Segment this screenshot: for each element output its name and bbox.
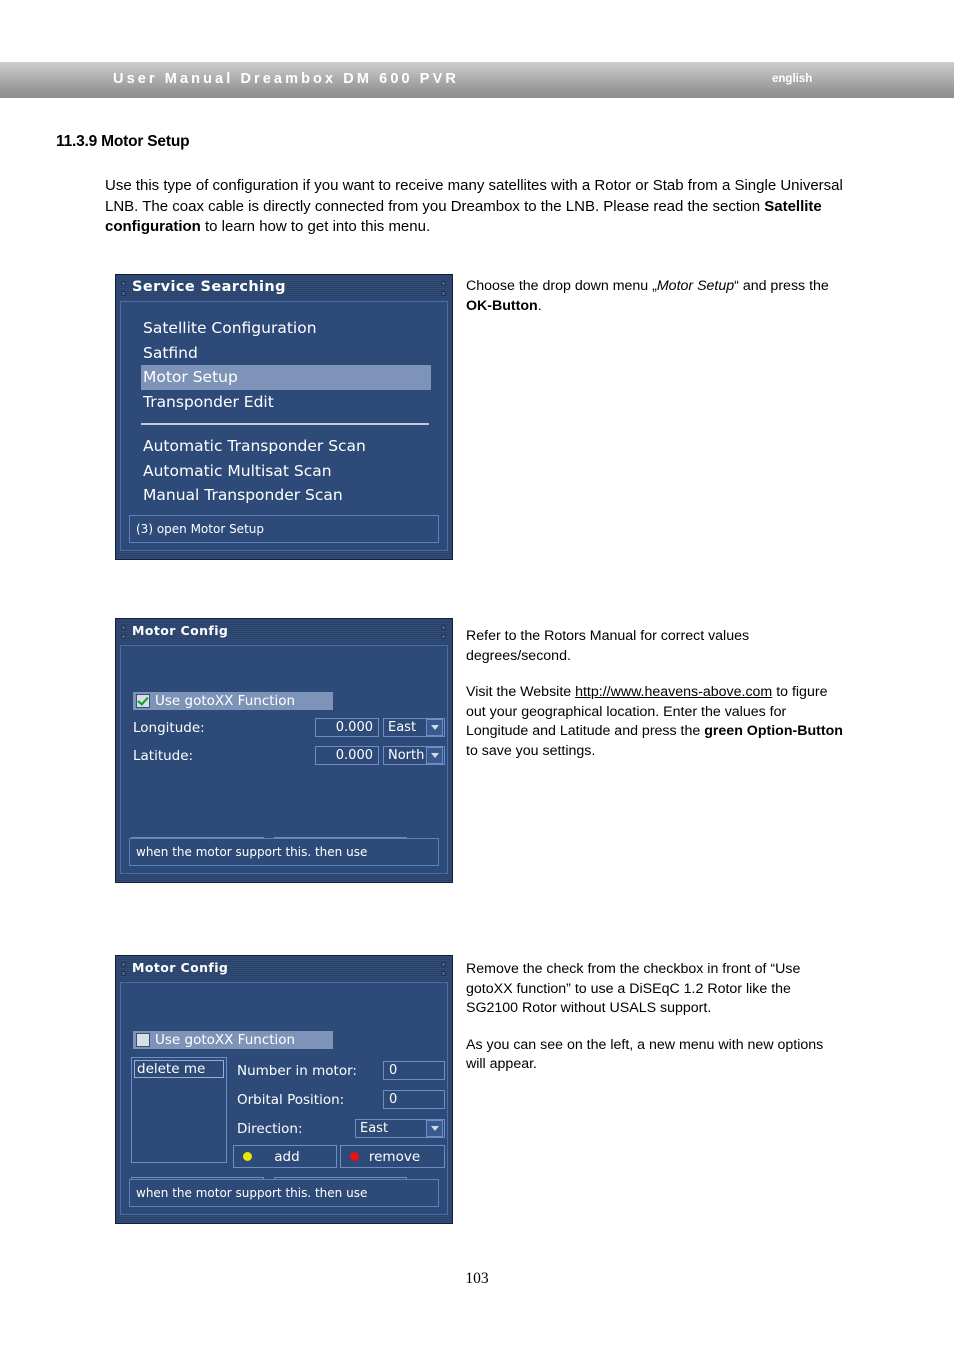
number-in-motor-label: Number in motor: bbox=[237, 1063, 357, 1079]
osd-titlebar: Motor Config bbox=[120, 960, 448, 982]
screw-icon bbox=[442, 635, 445, 638]
longitude-label-row: Longitude: bbox=[133, 720, 205, 736]
orbital-position-label: Orbital Position: bbox=[237, 1092, 345, 1108]
note-remove-check: Remove the check from the checkbox in fr… bbox=[466, 960, 846, 1075]
note2-pre: Visit the Website bbox=[466, 684, 576, 700]
latitude-direction-select[interactable]: North bbox=[383, 746, 445, 765]
chevron-down-icon[interactable] bbox=[426, 1120, 443, 1137]
list-item[interactable]: delete me bbox=[134, 1060, 224, 1078]
note1-italic-menu: Motor Setup bbox=[656, 278, 735, 294]
menu-item-satellite-configuration[interactable]: Satellite Configuration bbox=[141, 316, 439, 341]
note3-paragraph-2: As you can see on the left, a new menu w… bbox=[466, 1036, 824, 1073]
note1-bold-button: OK-Button bbox=[466, 297, 538, 314]
note2-end: to save you settings. bbox=[466, 742, 596, 759]
heavens-above-link[interactable]: http://www.heavens-above.com bbox=[575, 684, 772, 700]
direction-value: East bbox=[360, 1121, 389, 1136]
menu-item-automatic-transponder-scan[interactable]: Automatic Transponder Scan bbox=[141, 434, 439, 459]
add-button-label: add bbox=[274, 1148, 300, 1165]
longitude-direction-value: East bbox=[388, 720, 417, 735]
screw-icon bbox=[442, 963, 445, 966]
note1-pre: Choose the drop down menu „ bbox=[466, 278, 657, 294]
checkbox-checked-icon[interactable] bbox=[136, 694, 150, 708]
longitude-direction-select[interactable]: East bbox=[383, 718, 445, 737]
screw-icon bbox=[122, 963, 125, 966]
menu-item-manual-transponder-scan[interactable]: Manual Transponder Scan bbox=[141, 483, 439, 508]
direction-label-row: Direction: bbox=[237, 1121, 303, 1137]
intro-paragraph: Use this type of configuration if you wa… bbox=[105, 176, 845, 238]
menu-item-transponder-edit[interactable]: Transponder Edit bbox=[141, 390, 439, 415]
use-gotoxx-checkbox-row[interactable]: Use gotoXX Function bbox=[133, 692, 334, 710]
note2-bold-button: green Option-Button bbox=[704, 723, 843, 739]
chevron-down-icon[interactable] bbox=[426, 719, 443, 736]
note-rotors-manual: Refer to the Rotors Manual for correct v… bbox=[466, 627, 846, 761]
checkbox-unchecked-icon[interactable] bbox=[136, 1033, 150, 1047]
longitude-label: Longitude: bbox=[133, 720, 205, 736]
remove-button-label: remove bbox=[368, 1148, 421, 1165]
use-gotoxx-label: Use gotoXX Function bbox=[155, 693, 296, 709]
remove-button[interactable]: remove bbox=[340, 1145, 445, 1168]
osd-hint-bar: when the motor support this. then use bbox=[129, 1179, 439, 1207]
screenshot-motor-config-diseqc: Motor Config Use gotoXX Function delete … bbox=[115, 955, 453, 1224]
note1-mid: “ and press the bbox=[734, 278, 829, 294]
osd-window-title: Service Searching bbox=[132, 279, 286, 295]
direction-select[interactable]: East bbox=[355, 1119, 445, 1138]
screw-icon bbox=[442, 282, 445, 285]
latitude-label-row: Latitude: bbox=[133, 748, 193, 764]
osd-body: Use gotoXX Function delete me Number in … bbox=[120, 982, 448, 1215]
note3-paragraph-1: Remove the check from the checkbox in fr… bbox=[466, 961, 801, 1016]
page-header-band: User Manual Dreambox DM 600 PVR english bbox=[0, 62, 954, 98]
osd-hint-bar: when the motor support this. then use bbox=[129, 838, 439, 866]
yellow-dot-icon bbox=[243, 1152, 252, 1161]
menu-item-motor-setup[interactable]: Motor Setup bbox=[141, 365, 431, 390]
direction-label: Direction: bbox=[237, 1121, 303, 1137]
note2-paragraph-1: Refer to the Rotors Manual for correct v… bbox=[466, 628, 750, 664]
note2-paragraph-2: Visit the Website http://www.heavens-abo… bbox=[466, 683, 846, 761]
longitude-value-field[interactable]: 0.000 bbox=[315, 718, 379, 737]
language-label: english bbox=[772, 73, 813, 85]
osd-hint-bar: (3) open Motor Setup bbox=[129, 515, 439, 543]
use-gotoxx-label: Use gotoXX Function bbox=[155, 1032, 296, 1048]
screw-icon bbox=[122, 292, 125, 295]
manual-title: User Manual Dreambox DM 600 PVR bbox=[113, 71, 459, 87]
menu-item-satfind[interactable]: Satfind bbox=[141, 341, 439, 366]
latitude-direction-value: North bbox=[388, 748, 425, 763]
orbital-position-label-row: Orbital Position: bbox=[237, 1092, 344, 1108]
page-number: 103 bbox=[465, 1270, 489, 1287]
screenshot-service-searching: Service Searching Satellite Configuratio… bbox=[115, 274, 453, 560]
osd-window-title: Motor Config bbox=[132, 960, 229, 975]
latitude-label: Latitude: bbox=[133, 748, 194, 764]
number-in-motor-field[interactable]: 0 bbox=[383, 1061, 445, 1080]
osd-titlebar: Motor Config bbox=[120, 623, 448, 645]
osd-body: Use gotoXX Function Longitude: 0.000 Eas… bbox=[120, 645, 448, 874]
intro-text-part2: to learn how to get into this menu. bbox=[200, 218, 431, 235]
orbital-position-field[interactable]: 0 bbox=[383, 1090, 445, 1109]
intro-text-part1: Use this type of configuration if you wa… bbox=[105, 177, 843, 215]
use-gotoxx-checkbox-row[interactable]: Use gotoXX Function bbox=[133, 1031, 334, 1049]
screw-icon bbox=[442, 292, 445, 295]
osd-window-title: Motor Config bbox=[132, 623, 229, 638]
service-searching-menu: Satellite Configuration Satfind Motor Se… bbox=[129, 308, 439, 508]
screw-icon bbox=[122, 635, 125, 638]
menu-separator bbox=[141, 423, 429, 425]
section-heading: 11.3.9 Motor Setup bbox=[56, 133, 190, 150]
note1-end: . bbox=[537, 297, 542, 314]
screw-icon bbox=[442, 626, 445, 629]
menu-item-automatic-multisat-scan[interactable]: Automatic Multisat Scan bbox=[141, 459, 439, 484]
number-in-motor-label-row: Number in motor: bbox=[237, 1063, 357, 1079]
screw-icon bbox=[442, 972, 445, 975]
chevron-down-icon[interactable] bbox=[426, 747, 443, 764]
osd-titlebar: Service Searching bbox=[120, 279, 448, 301]
note1-paragraph: Choose the drop down menu „Motor Setup“ … bbox=[466, 277, 846, 316]
add-button[interactable]: add bbox=[233, 1145, 337, 1168]
motor-position-listbox[interactable]: delete me bbox=[131, 1057, 227, 1163]
osd-body: Satellite Configuration Satfind Motor Se… bbox=[120, 301, 448, 551]
latitude-value-field[interactable]: 0.000 bbox=[315, 746, 379, 765]
screenshot-motor-config-gotoxx: Motor Config Use gotoXX Function Longitu… bbox=[115, 618, 453, 883]
note-choose-motor-setup: Choose the drop down menu „Motor Setup“ … bbox=[466, 277, 846, 316]
screw-icon bbox=[122, 972, 125, 975]
red-dot-icon bbox=[350, 1152, 359, 1161]
screw-icon bbox=[122, 626, 125, 629]
screw-icon bbox=[122, 282, 125, 285]
